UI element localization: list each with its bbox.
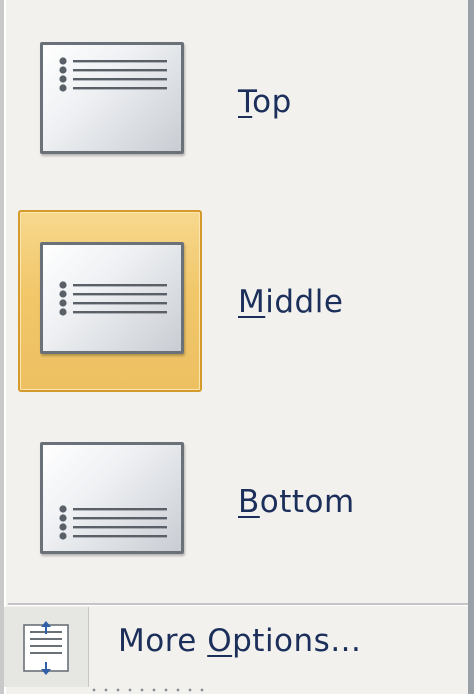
more-options-label: More Options... xyxy=(118,623,362,659)
align-top-icon xyxy=(40,42,184,154)
option-bottom-label: Bottom xyxy=(238,484,355,520)
align-middle-icon xyxy=(40,242,184,354)
resize-grip[interactable] xyxy=(88,687,208,693)
more-options-item[interactable]: More Options... xyxy=(4,607,468,687)
option-top[interactable]: Top xyxy=(12,10,460,196)
vertical-alignment-menu: Top Middle Bottom More Options... xyxy=(0,0,474,694)
align-bottom-icon xyxy=(40,442,184,554)
option-middle-label: Middle xyxy=(238,284,344,320)
option-middle[interactable]: Middle xyxy=(12,206,460,392)
option-bottom[interactable]: Bottom xyxy=(12,406,460,592)
option-top-label: Top xyxy=(238,84,292,120)
menu-separator xyxy=(8,603,468,606)
text-alignment-options-icon xyxy=(4,607,89,687)
